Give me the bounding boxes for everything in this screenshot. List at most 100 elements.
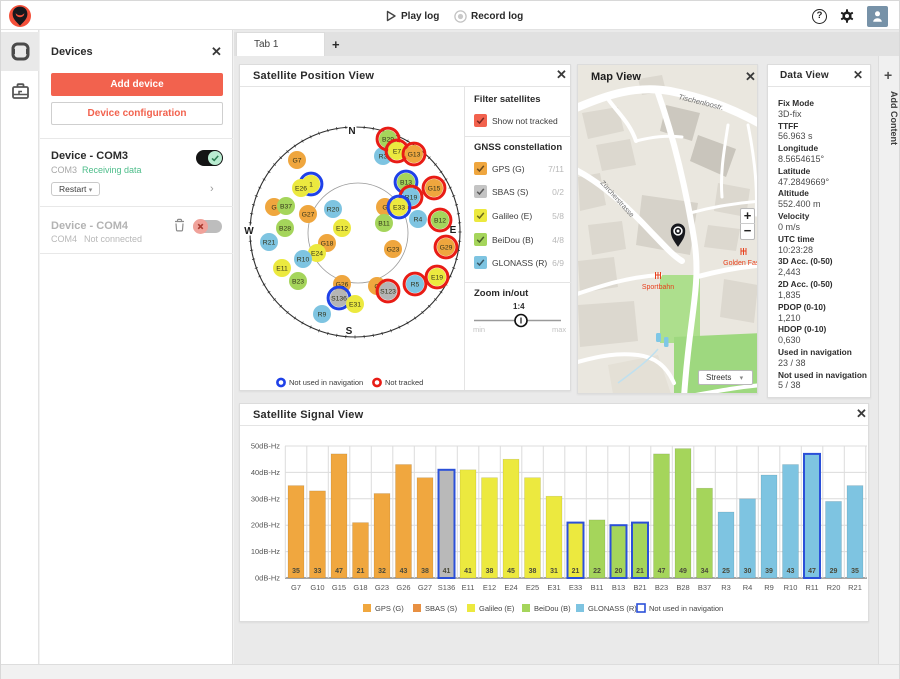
svg-text:R10: R10 bbox=[297, 257, 310, 264]
svg-text:B28: B28 bbox=[279, 226, 291, 233]
svg-text:30: 30 bbox=[744, 568, 752, 575]
svg-text:G23: G23 bbox=[387, 247, 400, 254]
svg-text:R21: R21 bbox=[848, 583, 862, 592]
svg-text:38: 38 bbox=[529, 568, 537, 575]
svg-text:R10: R10 bbox=[784, 583, 798, 592]
svg-text:Golden Fass: Golden Fass bbox=[723, 260, 758, 267]
svg-text:34: 34 bbox=[701, 568, 709, 575]
svg-text:W: W bbox=[244, 226, 254, 237]
svg-text:R4: R4 bbox=[414, 217, 423, 224]
svg-text:R20: R20 bbox=[327, 207, 340, 214]
svg-text:B11: B11 bbox=[591, 583, 604, 592]
svg-text:S136: S136 bbox=[331, 296, 347, 303]
svg-text:39: 39 bbox=[765, 568, 773, 575]
svg-text:B21: B21 bbox=[633, 583, 646, 592]
svg-text:32: 32 bbox=[378, 568, 386, 575]
svg-text:R11: R11 bbox=[805, 583, 818, 592]
svg-text:22: 22 bbox=[593, 568, 601, 575]
svg-text:G23: G23 bbox=[375, 583, 389, 592]
svg-text:43: 43 bbox=[400, 568, 408, 575]
svg-text:0dB-Hz: 0dB-Hz bbox=[255, 574, 280, 583]
svg-text:G26: G26 bbox=[396, 583, 410, 592]
svg-text:Not used in navigation: Not used in navigation bbox=[289, 378, 363, 387]
svg-text:BeiDou (B): BeiDou (B) bbox=[534, 604, 571, 613]
svg-text:S123: S123 bbox=[380, 289, 396, 296]
svg-text:20: 20 bbox=[615, 568, 623, 575]
svg-text:G10: G10 bbox=[310, 583, 324, 592]
svg-text:E: E bbox=[450, 225, 457, 236]
svg-text:E31: E31 bbox=[349, 302, 361, 309]
svg-text:50dB-Hz: 50dB-Hz bbox=[251, 442, 280, 451]
svg-text:25: 25 bbox=[722, 568, 730, 575]
svg-text:B13: B13 bbox=[612, 583, 625, 592]
svg-text:R9: R9 bbox=[318, 312, 327, 319]
svg-text:E24: E24 bbox=[504, 583, 517, 592]
svg-text:B12: B12 bbox=[434, 218, 446, 225]
svg-text:33: 33 bbox=[314, 568, 322, 575]
svg-text:29: 29 bbox=[830, 568, 838, 575]
svg-text:45: 45 bbox=[507, 568, 515, 575]
svg-text:E26: E26 bbox=[295, 186, 307, 193]
svg-text:Galileo (E): Galileo (E) bbox=[479, 604, 515, 613]
svg-text:GPS (G): GPS (G) bbox=[375, 604, 404, 613]
svg-text:38: 38 bbox=[486, 568, 494, 575]
svg-text:GLONASS (R): GLONASS (R) bbox=[588, 604, 637, 613]
svg-text:E33: E33 bbox=[393, 205, 405, 212]
svg-text:B23: B23 bbox=[292, 279, 304, 286]
svg-text:Sportbahn: Sportbahn bbox=[642, 284, 674, 291]
svg-text:E25: E25 bbox=[526, 583, 539, 592]
svg-text:10dB-Hz: 10dB-Hz bbox=[251, 547, 280, 556]
svg-text:R9: R9 bbox=[764, 583, 774, 592]
svg-text:E12: E12 bbox=[336, 226, 348, 233]
svg-text:E12: E12 bbox=[483, 583, 496, 592]
svg-text:G: G bbox=[271, 205, 276, 212]
svg-text:R21: R21 bbox=[263, 240, 276, 247]
svg-text:B23: B23 bbox=[655, 583, 668, 592]
svg-text:G7: G7 bbox=[291, 583, 301, 592]
svg-text:35: 35 bbox=[292, 568, 300, 575]
svg-text:B11: B11 bbox=[378, 221, 390, 228]
svg-text:G27: G27 bbox=[418, 583, 432, 592]
svg-text:35: 35 bbox=[851, 568, 859, 575]
svg-text:31: 31 bbox=[550, 568, 558, 575]
svg-text:B37: B37 bbox=[280, 204, 292, 211]
svg-text:G29: G29 bbox=[440, 245, 453, 252]
svg-text:G13: G13 bbox=[408, 152, 421, 159]
svg-text:R5: R5 bbox=[411, 282, 420, 289]
svg-text:41: 41 bbox=[443, 568, 451, 575]
svg-text:47: 47 bbox=[808, 568, 816, 575]
svg-text:E11: E11 bbox=[462, 583, 475, 592]
svg-text:30dB-Hz: 30dB-Hz bbox=[251, 494, 280, 503]
svg-text:B37: B37 bbox=[698, 583, 711, 592]
svg-text:20dB-Hz: 20dB-Hz bbox=[251, 521, 280, 530]
svg-text:E24: E24 bbox=[311, 251, 323, 258]
svg-text:E11: E11 bbox=[276, 266, 288, 273]
svg-text:41: 41 bbox=[464, 568, 472, 575]
svg-text:B28: B28 bbox=[676, 583, 689, 592]
svg-text:SBAS (S): SBAS (S) bbox=[425, 604, 458, 613]
svg-text:21: 21 bbox=[357, 568, 365, 575]
svg-text:R4: R4 bbox=[743, 583, 753, 592]
svg-text:E19: E19 bbox=[431, 275, 443, 282]
svg-text:N: N bbox=[348, 126, 355, 137]
svg-text:43: 43 bbox=[787, 568, 795, 575]
svg-text:E31: E31 bbox=[547, 583, 560, 592]
svg-text:G15: G15 bbox=[332, 583, 346, 592]
svg-text:S136: S136 bbox=[438, 583, 456, 592]
svg-text:G18: G18 bbox=[353, 583, 367, 592]
svg-text:40dB-Hz: 40dB-Hz bbox=[251, 468, 280, 477]
svg-text:E7: E7 bbox=[393, 149, 402, 156]
svg-text:S: S bbox=[346, 326, 353, 337]
svg-text:G7: G7 bbox=[292, 158, 301, 165]
svg-text:49: 49 bbox=[679, 568, 687, 575]
svg-text:Not tracked: Not tracked bbox=[385, 378, 423, 387]
svg-text:Not used in navigation: Not used in navigation bbox=[649, 604, 723, 613]
svg-text:38: 38 bbox=[421, 568, 429, 575]
svg-text:G15: G15 bbox=[428, 186, 441, 193]
svg-text:R20: R20 bbox=[827, 583, 841, 592]
svg-text:E33: E33 bbox=[569, 583, 582, 592]
svg-text:47: 47 bbox=[335, 568, 343, 575]
svg-text:G27: G27 bbox=[302, 212, 315, 219]
svg-text:R3: R3 bbox=[721, 583, 731, 592]
svg-text:21: 21 bbox=[572, 568, 580, 575]
